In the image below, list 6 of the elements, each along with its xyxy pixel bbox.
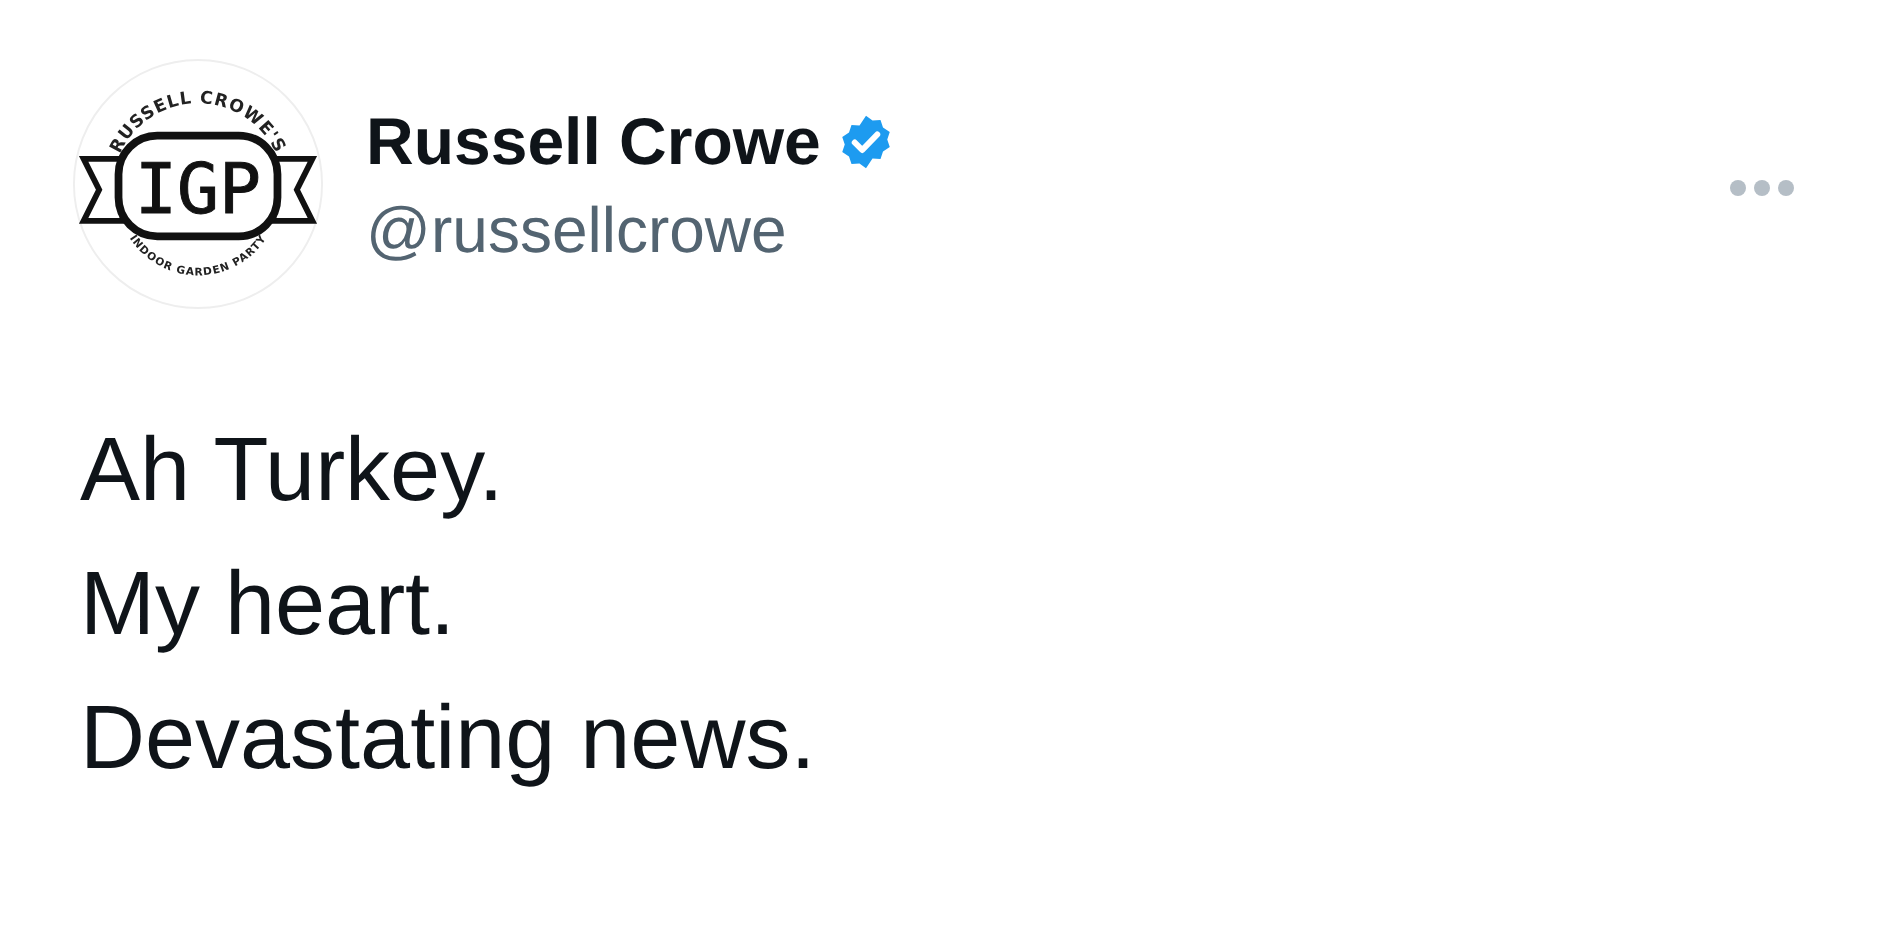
tweet-text: Ah Turkey. (80, 416, 504, 524)
tweet-text: My heart. (80, 550, 456, 658)
author-handle[interactable]: @russellcrowe (366, 190, 1728, 270)
tweet-text: Devastating news. (80, 684, 816, 792)
more-options-icon[interactable] (1728, 178, 1796, 198)
author-name[interactable]: Russell Crowe (366, 102, 821, 182)
